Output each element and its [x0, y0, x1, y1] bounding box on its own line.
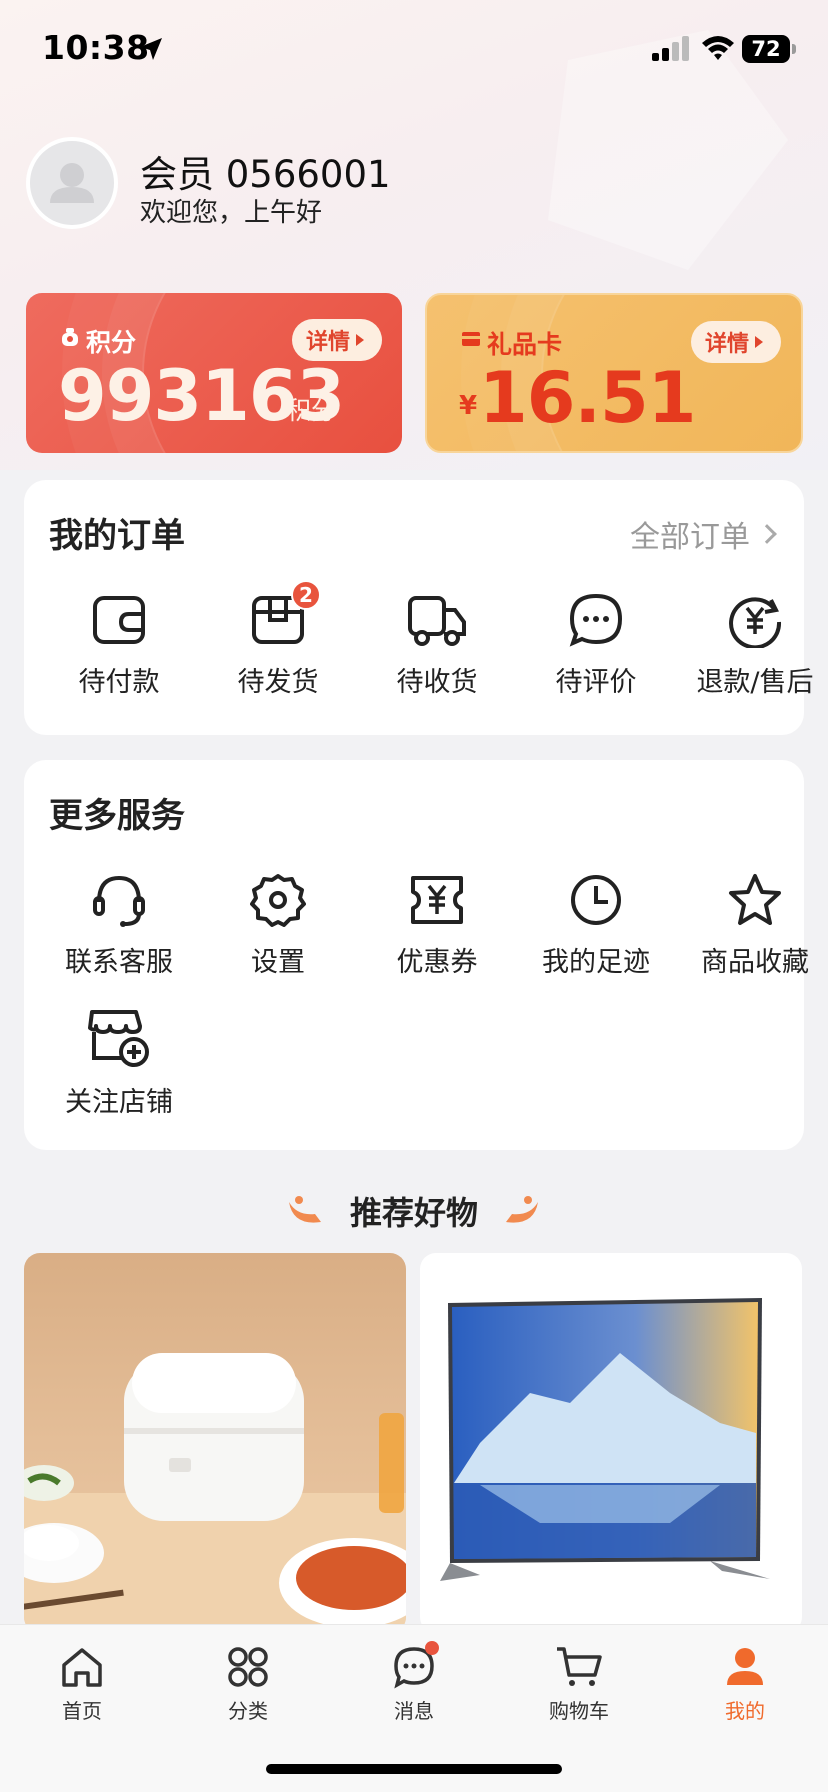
gift-card-icon	[462, 332, 480, 346]
points-unit: 积分	[286, 396, 337, 425]
service-favorites[interactable]: 商品收藏	[680, 872, 828, 979]
rice-cooker-image	[24, 1353, 406, 1633]
order-pending-shipment[interactable]: 2 待发货	[203, 580, 353, 699]
tab-label: 消息	[394, 1699, 434, 1723]
chevron-right-icon	[757, 524, 777, 544]
status-time: 10:38	[42, 28, 150, 67]
cart-icon	[557, 1647, 602, 1686]
order-item-label: 待收货	[396, 667, 478, 698]
refund-icon	[729, 597, 782, 648]
all-orders-label: 全部订单	[630, 520, 750, 555]
services-panel: 更多服务 联系客服 设置 优惠券 我的足迹 商品收藏 关注店铺	[24, 760, 809, 1150]
location-arrow-icon	[140, 38, 162, 60]
battery-tip	[792, 44, 796, 54]
tab-messages[interactable]: 消息	[359, 1641, 469, 1724]
clock-icon	[571, 875, 621, 925]
battery-indicator: 72	[742, 35, 790, 63]
order-refund[interactable]: 退款/售后	[680, 592, 828, 699]
tab-label: 我的	[725, 1699, 765, 1723]
home-icon	[62, 1648, 102, 1687]
order-count-badge: 2	[291, 580, 321, 610]
chat-icon	[569, 593, 623, 647]
tab-label: 分类	[228, 1699, 268, 1723]
product-card[interactable]	[420, 1253, 802, 1633]
service-followed-stores[interactable]: 关注店铺	[44, 1008, 194, 1119]
service-coupons[interactable]: 优惠券	[362, 872, 512, 979]
profile-icon	[727, 1648, 763, 1685]
headset-icon	[93, 875, 145, 927]
service-customer-support[interactable]: 联系客服	[44, 872, 194, 979]
order-item-label: 待发货	[237, 667, 319, 698]
wifi-icon	[702, 36, 734, 60]
service-history[interactable]: 我的足迹	[521, 872, 671, 979]
member-name[interactable]: 会员 0566001	[140, 144, 391, 198]
coupon-icon	[411, 876, 463, 924]
all-orders-link[interactable]: 全部订单	[630, 512, 777, 556]
tab-home[interactable]: 首页	[27, 1645, 137, 1724]
service-item-label: 优惠券	[396, 947, 478, 978]
service-item-label: 我的足迹	[542, 947, 650, 978]
gift-value: 16.51	[479, 357, 696, 439]
order-pending-payment[interactable]: 待付款	[44, 592, 194, 699]
wallet-icon	[93, 596, 145, 644]
arrow-right-icon	[755, 336, 763, 348]
order-item-label: 待评价	[555, 667, 637, 698]
greeting-text: 欢迎您，上午好	[140, 198, 323, 228]
gift-detail-label: 详情	[704, 332, 749, 357]
star-icon	[729, 874, 781, 925]
gift-currency: ¥	[459, 391, 478, 421]
television-image	[440, 1298, 770, 1581]
arrow-right-icon	[356, 334, 364, 346]
gift-detail-button[interactable]: 详情	[690, 321, 781, 363]
points-label: 积分	[86, 328, 137, 357]
order-pending-review[interactable]: 待评价	[521, 592, 671, 699]
points-card[interactable]: 积分 详情 993163 积分	[26, 293, 402, 453]
truck-icon	[408, 596, 466, 646]
product-card[interactable]	[24, 1253, 406, 1633]
tab-label: 购物车	[549, 1699, 609, 1723]
service-item-label: 设置	[251, 947, 305, 978]
tab-profile[interactable]: 我的	[690, 1645, 800, 1724]
gear-icon	[250, 874, 306, 927]
service-item-label: 商品收藏	[701, 947, 809, 978]
order-item-label: 退款/售后	[696, 667, 814, 698]
gift-card-label: 礼品卡	[487, 330, 563, 359]
unread-dot	[425, 1641, 439, 1655]
services-title: 更多服务	[49, 796, 185, 836]
store-add-icon	[88, 1010, 149, 1067]
service-item-label: 联系客服	[65, 947, 173, 978]
category-icon	[228, 1647, 268, 1687]
orders-panel: 我的订单 全部订单 待付款 2 待发货 待收货 待评价 退款/售后	[24, 480, 814, 735]
points-detail-label: 详情	[305, 330, 350, 355]
orders-title: 我的订单	[49, 516, 185, 556]
user-placeholder-icon	[50, 163, 94, 203]
points-bag-icon	[62, 328, 78, 346]
order-pending-receipt[interactable]: 待收货	[362, 592, 512, 699]
service-settings[interactable]: 设置	[203, 872, 353, 979]
service-item-label: 关注店铺	[65, 1087, 173, 1118]
signal-icon	[652, 36, 689, 61]
gift-card[interactable]: 礼品卡 详情 ¥ 16.51	[425, 293, 803, 453]
order-item-label: 待付款	[78, 667, 160, 698]
avatar[interactable]	[26, 137, 118, 229]
home-indicator	[266, 1764, 562, 1774]
tab-cart[interactable]: 购物车	[524, 1645, 634, 1724]
status-bar: 10:38 72	[0, 0, 828, 100]
decorative-swirl-icon	[506, 1196, 538, 1223]
recommend-title: 推荐好物	[349, 1194, 478, 1232]
tab-label: 首页	[62, 1699, 102, 1723]
tab-category[interactable]: 分类	[193, 1645, 303, 1724]
